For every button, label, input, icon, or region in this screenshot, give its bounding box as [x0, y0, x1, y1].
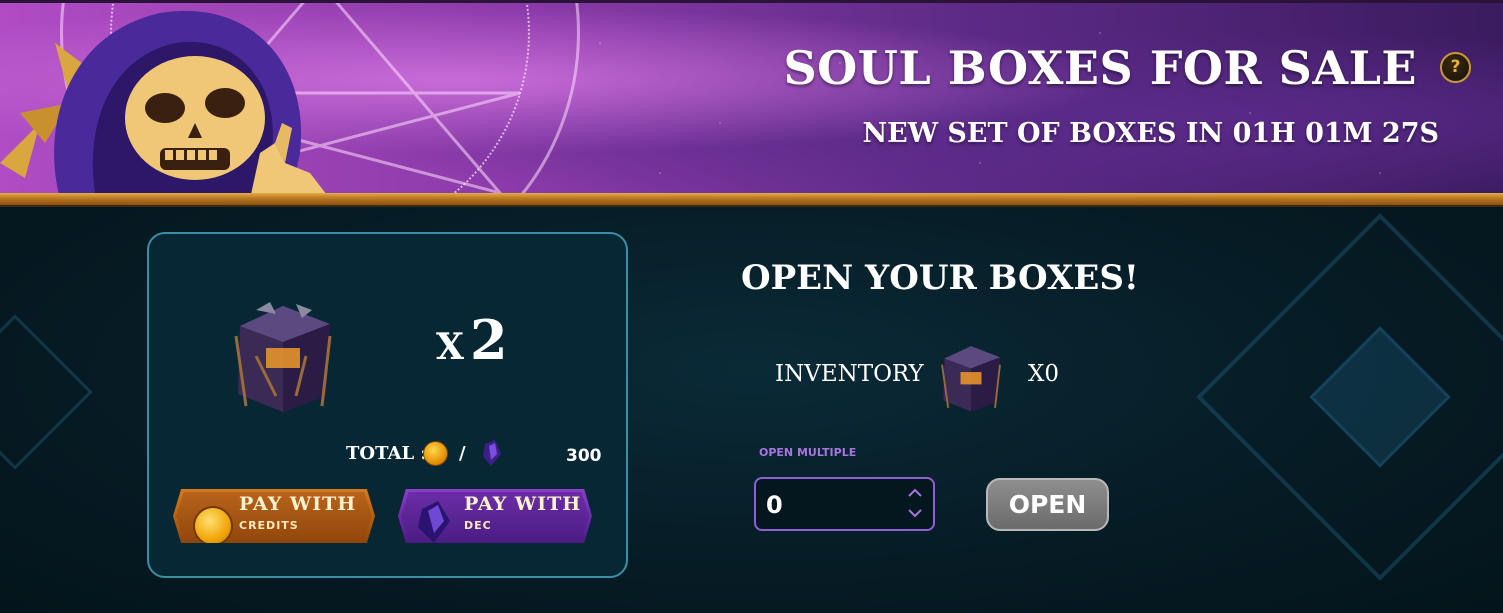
- left-diamond-decoration: [0, 314, 93, 470]
- banner-gold-trim: [0, 193, 1503, 207]
- credits-coin-icon: [423, 441, 448, 466]
- inventory-count: X0: [1028, 361, 1060, 387]
- open-multiple-input[interactable]: 0: [754, 477, 935, 531]
- pay-dec-label: PAY WITH: [464, 493, 582, 515]
- soul-box-icon: [234, 302, 332, 412]
- currency-separator: /: [459, 443, 466, 464]
- quantity-value: 2: [469, 308, 508, 372]
- pay-credits-label: PAY WITH: [239, 493, 357, 515]
- hooded-skeleton-mascot-icon: [0, 10, 328, 196]
- page-title: SOUL BOXES FOR SALE: [783, 41, 1417, 95]
- open-multiple-label: OPEN MULTIPLE: [759, 446, 857, 459]
- dec-crystal-icon: [418, 501, 450, 543]
- quantity-prefix: X: [436, 326, 464, 368]
- total-label: TOTAL :: [346, 443, 428, 464]
- inventory-label: INVENTORY: [775, 361, 924, 387]
- credits-coin-icon: [193, 506, 233, 543]
- help-icon[interactable]: ?: [1440, 52, 1471, 83]
- restock-timer: NEW SET OF BOXES IN 01H 01M 27S: [862, 118, 1439, 149]
- soul-box-inventory-icon: [941, 346, 1001, 412]
- dec-crystal-icon: [483, 440, 501, 466]
- banner: SOUL BOXES FOR SALE ? NEW SET OF BOXES I…: [0, 0, 1503, 196]
- open-button[interactable]: OPEN: [986, 478, 1109, 531]
- pay-dec-sublabel: DEC: [464, 519, 492, 532]
- chevron-up-icon[interactable]: [906, 485, 924, 501]
- open-boxes-title: OPEN YOUR BOXES!: [741, 258, 1139, 298]
- total-value: 300: [566, 446, 602, 466]
- open-multiple-value: 0: [766, 491, 783, 519]
- box-quantity: X2: [436, 308, 508, 372]
- pay-credits-sublabel: CREDITS: [239, 519, 299, 532]
- pay-with-dec-button[interactable]: PAY WITH DEC: [398, 489, 592, 543]
- chevron-down-icon[interactable]: [906, 505, 924, 521]
- pay-with-credits-button[interactable]: PAY WITH CREDITS: [173, 489, 375, 543]
